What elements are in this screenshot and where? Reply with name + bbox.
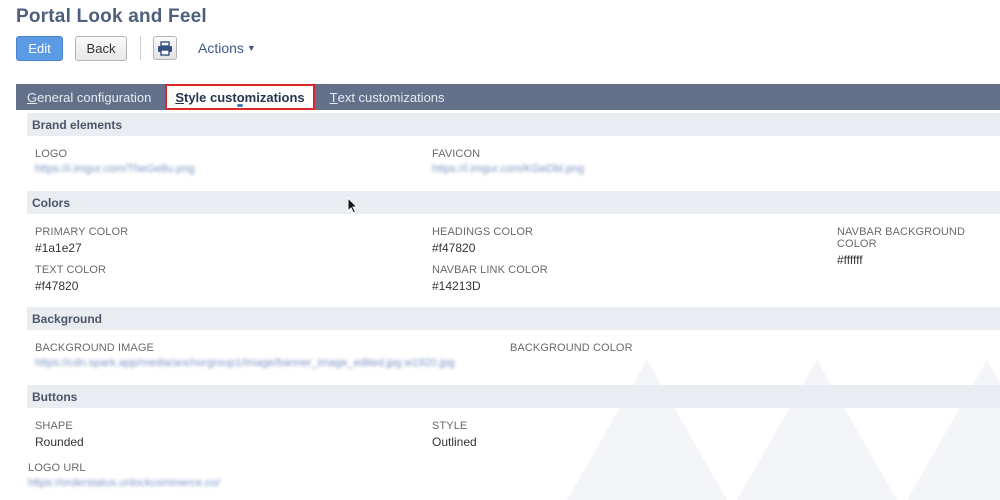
page-title: Portal Look and Feel: [16, 6, 207, 27]
toolbar-divider: [140, 36, 141, 60]
favicon-label: FAVICON: [432, 148, 481, 160]
text-color-value: #f47820: [35, 279, 79, 293]
section-background[interactable]: Background: [27, 307, 1000, 330]
actions-menu[interactable]: Actions ▼: [198, 40, 256, 56]
background-image-field: BACKGROUND IMAGE https://cdn.spark.app/m…: [35, 342, 455, 369]
mouse-cursor-icon: [347, 197, 359, 214]
headings-color-value: #f47820: [432, 241, 476, 255]
section-colors[interactable]: Colors: [27, 191, 1000, 214]
button-style-value: Outlined: [432, 435, 477, 449]
button-shape-label: SHAPE: [35, 420, 73, 432]
primary-color-label: PRIMARY COLOR: [35, 226, 129, 238]
text-color-label: TEXT COLOR: [35, 264, 107, 276]
logo-url-field: LOGO URL https://orderstatus.unlockcomme…: [28, 462, 220, 489]
section-brand-elements[interactable]: Brand elements: [27, 113, 1000, 136]
button-style-label: STYLE: [432, 420, 468, 432]
navbar-background-color-field: NAVBAR BACKGROUND COLOR #ffffff: [837, 226, 1000, 267]
tab-style-customizations[interactable]: Style customizations: [165, 84, 315, 110]
form-content: Brand elements LOGO https://i.imgur.com/…: [27, 113, 1000, 500]
navbar-link-color-label: NAVBAR LINK COLOR: [432, 264, 548, 276]
logo-field: LOGO https://i.imgur.com/TheGe8u.png: [35, 148, 195, 175]
logo-url-link[interactable]: https://orderstatus.unlockcommerce.co/: [28, 477, 220, 489]
background-image-link[interactable]: https://cdn.spark.app/media/anchorgroup1…: [35, 357, 455, 369]
headings-color-label: HEADINGS COLOR: [432, 226, 534, 238]
tab-text-customizations[interactable]: Text customizations: [319, 84, 456, 110]
button-shape-field: SHAPE Rounded: [35, 420, 84, 449]
navbar-background-color-value: #ffffff: [837, 253, 863, 267]
back-button[interactable]: Back: [75, 35, 127, 61]
button-style-field: STYLE Outlined: [432, 420, 477, 449]
tab-general-configuration[interactable]: General configuration: [16, 84, 162, 110]
background-watermark: [567, 360, 1000, 500]
background-image-label: BACKGROUND IMAGE: [35, 342, 154, 354]
primary-color-value: #1a1e27: [35, 241, 82, 255]
print-button[interactable]: [153, 36, 177, 60]
navbar-background-color-label: NAVBAR BACKGROUND COLOR: [837, 226, 966, 250]
navbar-link-color-field: NAVBAR LINK COLOR #14213D: [432, 264, 548, 293]
favicon-field: FAVICON https://i.imgur.com/KGeDbl.png: [432, 148, 584, 175]
actions-label: Actions: [198, 40, 244, 56]
navbar-link-color-value: #14213D: [432, 279, 481, 293]
caret-down-icon: ▼: [246, 43, 256, 53]
logo-url-label: LOGO URL: [28, 462, 86, 474]
printer-icon: [158, 40, 172, 56]
text-color-field: TEXT COLOR #f47820: [35, 264, 106, 293]
background-color-label: BACKGROUND COLOR: [510, 342, 633, 354]
primary-color-field: PRIMARY COLOR #1a1e27: [35, 226, 128, 255]
favicon-link[interactable]: https://i.imgur.com/KGeDbl.png: [432, 163, 584, 175]
section-buttons[interactable]: Buttons: [27, 385, 1000, 408]
edit-button[interactable]: Edit: [16, 35, 63, 61]
headings-color-field: HEADINGS COLOR #f47820: [432, 226, 533, 255]
tab-bar: General configuration Style customizatio…: [16, 84, 1000, 110]
background-color-field: BACKGROUND COLOR: [510, 342, 633, 354]
button-shape-value: Rounded: [35, 435, 84, 449]
logo-link[interactable]: https://i.imgur.com/TheGe8u.png: [35, 163, 195, 175]
toolbar: Edit Back Actions ▼: [16, 35, 256, 61]
logo-label: LOGO: [35, 148, 68, 160]
